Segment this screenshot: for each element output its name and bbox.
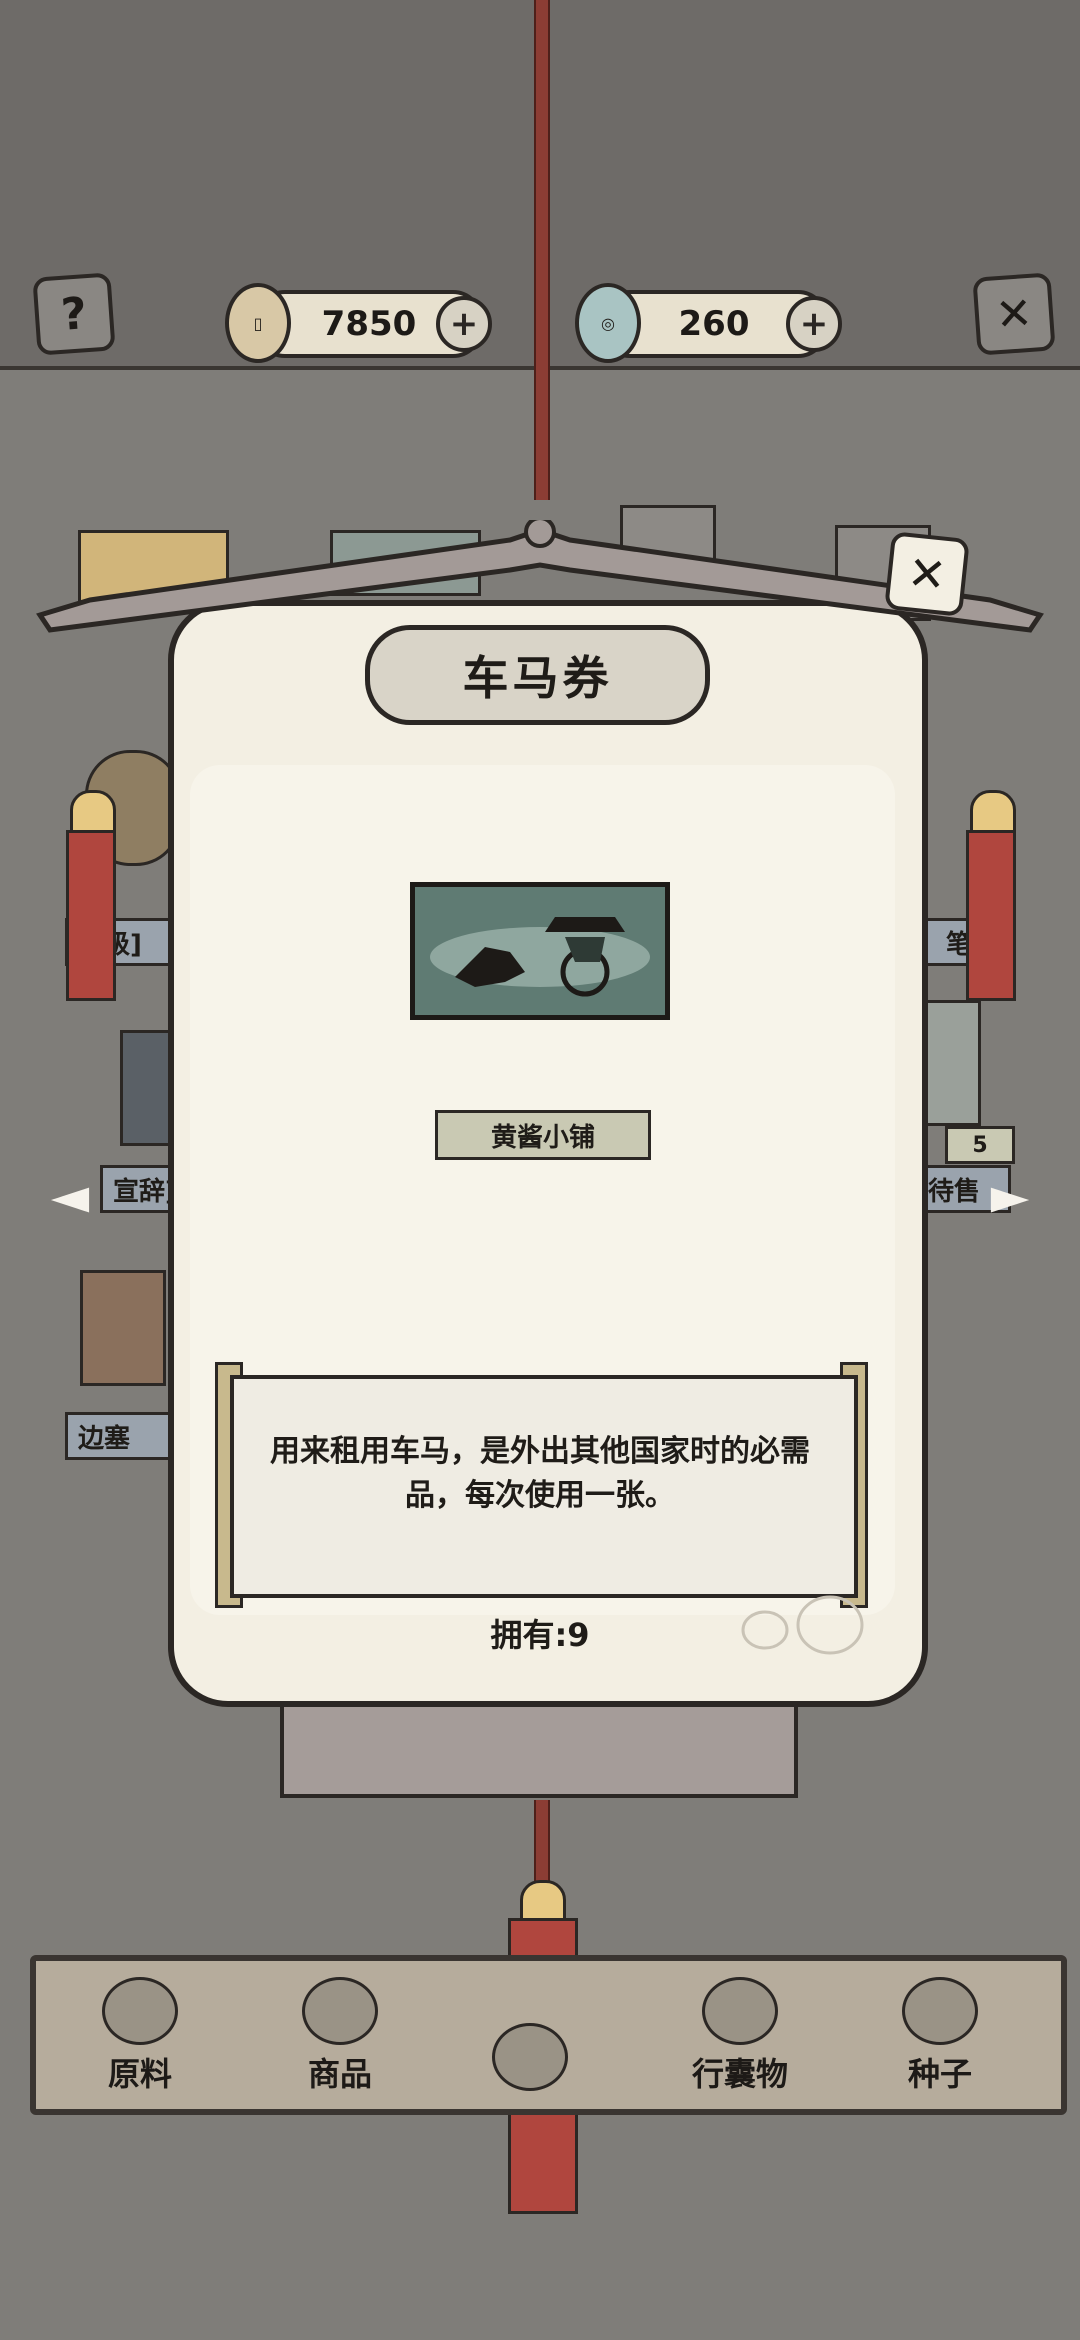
nav-item-seeds[interactable]: 种子 xyxy=(870,1975,1010,2095)
close-icon: ✕ xyxy=(993,287,1035,341)
owned-count: 拥有:9 xyxy=(490,1616,590,1654)
close-button[interactable]: ✕ xyxy=(972,272,1056,356)
item-description: 用来租用车马，是外出其他国家时的必需 品，每次使用一张。 xyxy=(270,1434,810,1513)
close-icon: ✕ xyxy=(905,545,949,603)
lower-board xyxy=(280,1700,798,1798)
dialog-close-button[interactable]: ✕ xyxy=(884,531,970,617)
bottom-rope xyxy=(534,1800,550,1890)
tassel-right xyxy=(966,830,1016,1001)
coin-amount: 7850 xyxy=(321,304,417,344)
tassel-left xyxy=(66,830,116,1001)
arrow-right-icon: ► xyxy=(990,1167,1030,1225)
clothes-icon xyxy=(702,1977,778,2045)
jar-icon xyxy=(902,1977,978,2045)
nav-item-luggage[interactable]: 行囊物 xyxy=(670,1975,810,2095)
goods-icon xyxy=(302,1977,378,2045)
count-badge: 5 xyxy=(945,1126,1015,1164)
gem-icon: ◎ xyxy=(575,283,641,363)
dialog-title: 车马券 xyxy=(365,625,710,725)
leaf-icon xyxy=(102,1977,178,2045)
question-icon: ? xyxy=(59,287,89,341)
plus-icon: + xyxy=(799,304,829,344)
hanging-rope xyxy=(534,0,550,500)
next-arrow-button[interactable]: ► xyxy=(970,1167,1050,1225)
nav-item-tickets[interactable] xyxy=(460,1975,600,2095)
help-button[interactable]: ? xyxy=(32,272,116,356)
coin-icon: ▯ xyxy=(225,283,291,363)
add-coins-button[interactable]: + xyxy=(436,296,492,352)
nav-item-materials[interactable]: 原料 xyxy=(70,1975,210,2095)
shop-label: 黄酱小铺 xyxy=(435,1110,651,1160)
plus-icon: + xyxy=(449,304,479,344)
bg-item-scroll xyxy=(80,1270,166,1386)
nav-item-goods[interactable]: 商品 xyxy=(270,1975,410,2095)
gem-amount: 260 xyxy=(678,304,750,344)
chariot-ticket-image xyxy=(410,882,670,1020)
teapot-decoration-icon xyxy=(741,1595,864,1655)
prev-arrow-button[interactable]: ◄ xyxy=(30,1167,110,1225)
scroll-icon xyxy=(492,2023,568,2091)
arrow-left-icon: ◄ xyxy=(50,1167,90,1225)
add-gems-button[interactable]: + xyxy=(786,296,842,352)
